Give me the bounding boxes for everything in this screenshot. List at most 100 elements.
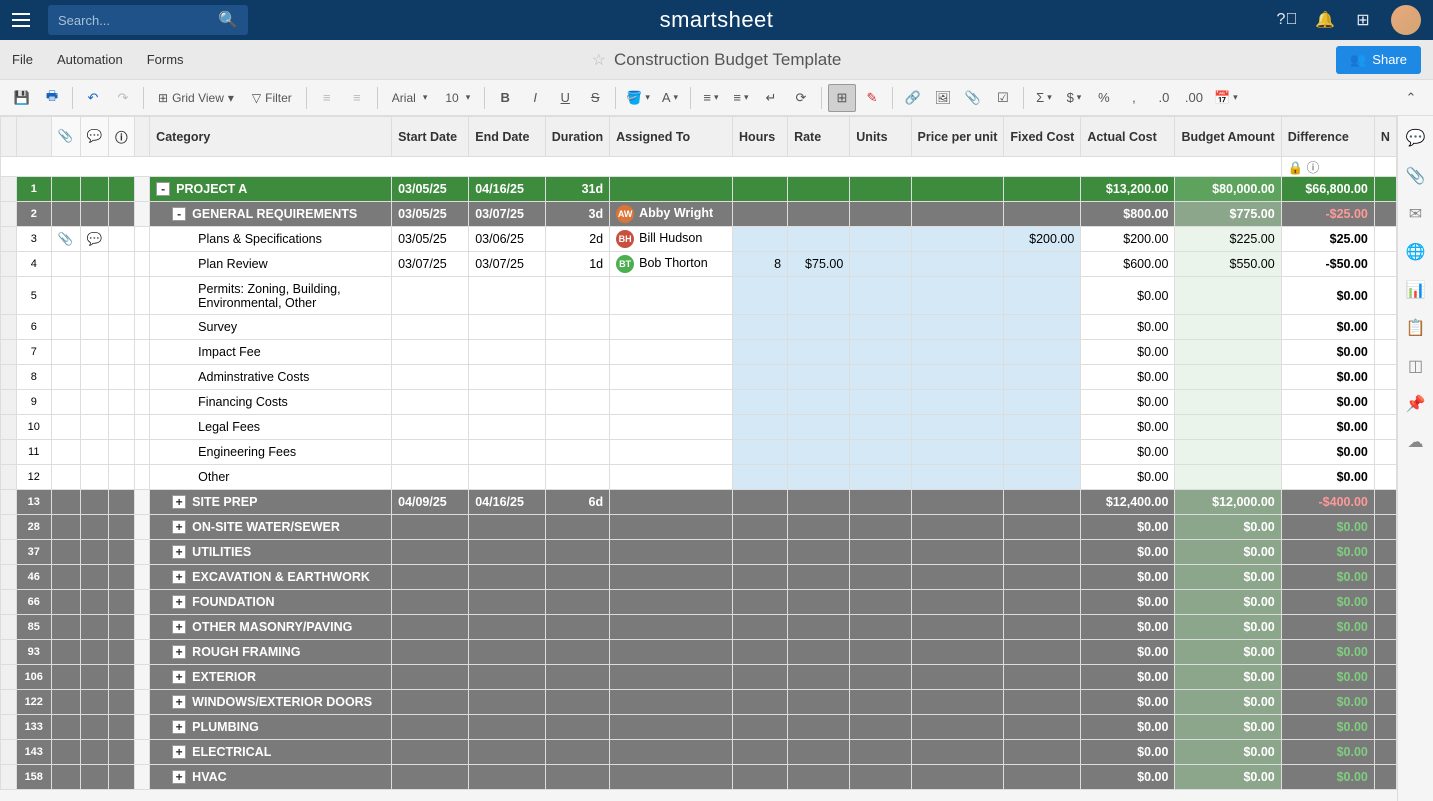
row-number[interactable]: 133	[16, 715, 51, 740]
rail-conversations-icon[interactable]: 💬	[1406, 128, 1426, 148]
row-37[interactable]: 37 +UTILITIES $0.00 $0.00 $0.00	[1, 540, 1397, 565]
cell-fixed[interactable]	[1004, 590, 1081, 615]
cell-units[interactable]	[850, 315, 911, 340]
cell-hours[interactable]	[733, 565, 788, 590]
cell-actual[interactable]: $0.00	[1081, 390, 1175, 415]
cell-rate[interactable]	[788, 640, 850, 665]
cell-fixed[interactable]	[1004, 277, 1081, 315]
cell-assigned[interactable]	[610, 615, 733, 640]
cell-duration[interactable]	[545, 515, 609, 540]
bold-icon[interactable]: B	[491, 84, 519, 112]
cell-assigned[interactable]	[610, 715, 733, 740]
cell-ppu[interactable]	[911, 415, 1004, 440]
col-category[interactable]: Category	[150, 117, 392, 157]
cell-end[interactable]	[469, 277, 545, 315]
cell-fixed[interactable]: $200.00	[1004, 227, 1081, 252]
expand-icon[interactable]: +	[172, 645, 186, 659]
cell-end[interactable]	[469, 565, 545, 590]
cell-start[interactable]	[392, 465, 469, 490]
rail-proof-icon[interactable]: ✉	[1406, 204, 1426, 224]
cell-budget[interactable]: $0.00	[1175, 565, 1281, 590]
cell-assigned[interactable]	[610, 640, 733, 665]
cell-actual[interactable]: $0.00	[1081, 615, 1175, 640]
expand-icon[interactable]: +	[172, 770, 186, 784]
expand-icon[interactable]: -	[172, 207, 186, 221]
cell-fixed[interactable]	[1004, 715, 1081, 740]
cell-diff[interactable]: $0.00	[1281, 365, 1374, 390]
row-number[interactable]: 158	[16, 765, 51, 790]
cell-fixed[interactable]	[1004, 740, 1081, 765]
cell-budget[interactable]: $0.00	[1175, 740, 1281, 765]
cell-assigned[interactable]	[610, 690, 733, 715]
cell-duration[interactable]	[545, 390, 609, 415]
cell-end[interactable]	[469, 715, 545, 740]
cell-diff[interactable]: $0.00	[1281, 440, 1374, 465]
cell-fixed[interactable]	[1004, 515, 1081, 540]
row-number[interactable]: 13	[16, 490, 51, 515]
cell-end[interactable]: 04/16/25	[469, 177, 545, 202]
cell-fixed[interactable]	[1004, 365, 1081, 390]
cell-category[interactable]: Engineering Fees	[150, 440, 392, 465]
cell-budget[interactable]: $80,000.00	[1175, 177, 1281, 202]
row-158[interactable]: 158 +HVAC $0.00 $0.00 $0.00	[1, 765, 1397, 790]
cell-category[interactable]: +FOUNDATION	[150, 590, 392, 615]
cell-hours[interactable]: 8	[733, 252, 788, 277]
cell-end[interactable]	[469, 440, 545, 465]
row-number[interactable]: 7	[16, 340, 51, 365]
cell-rate[interactable]	[788, 227, 850, 252]
cell-category[interactable]: +ROUGH FRAMING	[150, 640, 392, 665]
format-icon[interactable]: ⟳	[787, 84, 815, 112]
text-color-icon[interactable]: A	[656, 84, 684, 112]
cell-fixed[interactable]	[1004, 615, 1081, 640]
cell-rate[interactable]	[788, 690, 850, 715]
cell-category[interactable]: +ELECTRICAL	[150, 740, 392, 765]
cell-units[interactable]	[850, 540, 911, 565]
cell-hours[interactable]	[733, 765, 788, 790]
row-2[interactable]: 2 -GENERAL REQUIREMENTS 03/05/25 03/07/2…	[1, 202, 1397, 227]
row-number[interactable]: 5	[16, 277, 51, 315]
cell-assigned[interactable]	[610, 440, 733, 465]
cell-assigned[interactable]	[610, 540, 733, 565]
cell-category[interactable]: Survey	[150, 315, 392, 340]
cell-start[interactable]	[392, 765, 469, 790]
cell-end[interactable]	[469, 315, 545, 340]
row-number[interactable]: 1	[16, 177, 51, 202]
cell-units[interactable]	[850, 690, 911, 715]
fill-color-icon[interactable]: 🪣	[622, 84, 654, 112]
row-number[interactable]: 46	[16, 565, 51, 590]
cell-assigned[interactable]	[610, 365, 733, 390]
cell-rate[interactable]	[788, 365, 850, 390]
cell-duration[interactable]: 31d	[545, 177, 609, 202]
highlight-icon[interactable]: ✎	[858, 84, 886, 112]
cell-actual[interactable]: $0.00	[1081, 565, 1175, 590]
cell-assigned[interactable]	[610, 765, 733, 790]
row-number[interactable]: 6	[16, 315, 51, 340]
cell-budget[interactable]	[1175, 415, 1281, 440]
cell-category[interactable]: +EXTERIOR	[150, 665, 392, 690]
cell-start[interactable]	[392, 740, 469, 765]
cell-ppu[interactable]	[911, 765, 1004, 790]
attach-col-icon[interactable]: 📎	[51, 117, 80, 157]
cell-hours[interactable]	[733, 415, 788, 440]
cell-duration[interactable]	[545, 540, 609, 565]
cell-fixed[interactable]	[1004, 340, 1081, 365]
cell-rate[interactable]	[788, 177, 850, 202]
row-number[interactable]: 9	[16, 390, 51, 415]
cell-assigned[interactable]	[610, 340, 733, 365]
cell-diff[interactable]: $0.00	[1281, 765, 1374, 790]
col-rate[interactable]: Rate	[788, 117, 850, 157]
cell-rate[interactable]	[788, 340, 850, 365]
row-4[interactable]: 4 Plan Review 03/07/25 03/07/25 1d BTBob…	[1, 252, 1397, 277]
cell-units[interactable]	[850, 515, 911, 540]
cell-rate[interactable]: $75.00	[788, 252, 850, 277]
cell-end[interactable]: 03/06/25	[469, 227, 545, 252]
cell-budget[interactable]: $0.00	[1175, 540, 1281, 565]
cell-rate[interactable]	[788, 565, 850, 590]
indent-icon[interactable]: ≡	[343, 84, 371, 112]
cell-end[interactable]	[469, 590, 545, 615]
cell-diff[interactable]: $0.00	[1281, 690, 1374, 715]
cell-assigned[interactable]	[610, 665, 733, 690]
cell-duration[interactable]: 6d	[545, 490, 609, 515]
cell-ppu[interactable]	[911, 615, 1004, 640]
cell-units[interactable]	[850, 415, 911, 440]
